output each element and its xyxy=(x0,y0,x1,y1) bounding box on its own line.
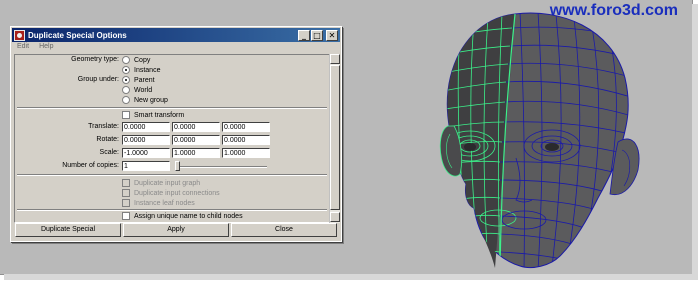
rotate-x-field[interactable]: 0.0000 xyxy=(122,135,170,145)
menu-bar: Edit Help xyxy=(13,43,53,53)
assign-unique-name-checkbox[interactable]: Assign unique name to child nodes xyxy=(122,212,243,220)
scale-z-field[interactable]: 1.0000 xyxy=(222,148,270,158)
translate-z-field[interactable]: 0.0000 xyxy=(222,122,270,132)
assign-unique-name-box[interactable] xyxy=(122,212,130,220)
translate-label: Translate: xyxy=(88,123,119,130)
duplicate-special-options-dialog[interactable]: Duplicate Special Options _ □ ✕ Edit Hel… xyxy=(10,26,342,242)
menu-edit[interactable]: Edit xyxy=(17,43,29,53)
radio-instance-circle[interactable] xyxy=(122,66,130,74)
separator xyxy=(17,107,327,109)
scale-y-field[interactable]: 1.0000 xyxy=(172,148,220,158)
radio-parent[interactable]: Parent xyxy=(122,76,155,84)
translate-x-field[interactable]: 0.0000 xyxy=(122,122,170,132)
scale-label: Scale: xyxy=(99,149,119,156)
duplicate-input-connections-box[interactable] xyxy=(122,189,130,197)
scroll-up-button[interactable] xyxy=(330,54,340,64)
radio-instance-label: Instance xyxy=(134,66,161,74)
smart-transform-label: Smart transform xyxy=(134,111,185,119)
rotate-label: Rotate: xyxy=(96,136,119,143)
dialog-title: Duplicate Special Options xyxy=(28,30,127,40)
screenshot: www.foro3d.com Duplicate Special Options… xyxy=(0,0,700,282)
vertical-scrollbar[interactable] xyxy=(329,54,340,223)
scroll-down-button[interactable] xyxy=(330,212,340,222)
separator xyxy=(17,174,327,176)
translate-y-field[interactable]: 0.0000 xyxy=(172,122,220,132)
drop-shadow-bottom xyxy=(4,274,698,280)
duplicate-input-connections-checkbox[interactable]: Duplicate input connections xyxy=(122,189,220,197)
radio-parent-circle[interactable] xyxy=(122,76,130,84)
maya-viewport[interactable]: www.foro3d.com Duplicate Special Options… xyxy=(0,0,693,275)
duplicate-input-graph-checkbox[interactable]: Duplicate input graph xyxy=(122,179,200,187)
group-under-label: Group under: xyxy=(77,76,119,83)
radio-copy-label: Copy xyxy=(134,56,151,64)
close-window-button[interactable]: ✕ xyxy=(326,29,338,41)
instance-leaf-nodes-box[interactable] xyxy=(122,199,130,207)
scale-x-field[interactable]: -1.0000 xyxy=(122,148,170,158)
head-wireframe-model[interactable] xyxy=(420,8,650,274)
apply-button[interactable]: Apply xyxy=(123,223,229,237)
dialog-button-row: Duplicate Special Apply Close xyxy=(15,223,337,237)
instance-leaf-nodes-label: Instance leaf nodes xyxy=(134,199,195,207)
menu-help[interactable]: Help xyxy=(39,43,53,53)
radio-new-group-label: New group xyxy=(134,96,168,104)
copies-slider-track[interactable] xyxy=(175,166,267,168)
separator xyxy=(17,209,327,211)
minimize-button[interactable]: _ xyxy=(298,29,310,41)
radio-world[interactable]: World xyxy=(122,86,152,94)
radio-copy[interactable]: Copy xyxy=(122,56,150,64)
assign-unique-name-label: Assign unique name to child nodes xyxy=(134,212,243,220)
title-bar[interactable]: Duplicate Special Options _ □ ✕ xyxy=(12,28,340,42)
radio-instance[interactable]: Instance xyxy=(122,66,160,74)
radio-world-label: World xyxy=(134,86,153,94)
radio-world-circle[interactable] xyxy=(122,86,130,94)
radio-new-group-circle[interactable] xyxy=(122,96,130,104)
options-panel: Geometry type: Copy Instance Group under… xyxy=(14,54,330,223)
radio-new-group[interactable]: New group xyxy=(122,96,168,104)
duplicate-special-button[interactable]: Duplicate Special xyxy=(15,223,121,237)
scroll-thumb[interactable] xyxy=(330,65,340,210)
duplicate-input-graph-box[interactable] xyxy=(122,179,130,187)
rotate-z-field[interactable]: 0.0000 xyxy=(222,135,270,145)
instance-leaf-nodes-checkbox[interactable]: Instance leaf nodes xyxy=(122,199,195,207)
radio-parent-label: Parent xyxy=(134,76,155,84)
duplicate-input-graph-label: Duplicate input graph xyxy=(134,179,201,187)
maximize-button[interactable]: □ xyxy=(311,29,323,41)
copies-slider-thumb[interactable] xyxy=(175,161,180,171)
drop-shadow-right xyxy=(692,4,698,280)
rotate-y-field[interactable]: 0.0000 xyxy=(172,135,220,145)
number-of-copies-label: Number of copies: xyxy=(62,162,119,169)
smart-transform-box[interactable] xyxy=(122,111,130,119)
close-button[interactable]: Close xyxy=(231,223,337,237)
maya-app-icon xyxy=(14,29,25,41)
geometry-type-label: Geometry type: xyxy=(71,56,119,63)
smart-transform-checkbox[interactable]: Smart transform xyxy=(122,111,184,119)
radio-copy-circle[interactable] xyxy=(122,56,130,64)
duplicate-input-connections-label: Duplicate input connections xyxy=(134,189,220,197)
number-of-copies-field[interactable]: 1 xyxy=(122,161,170,171)
